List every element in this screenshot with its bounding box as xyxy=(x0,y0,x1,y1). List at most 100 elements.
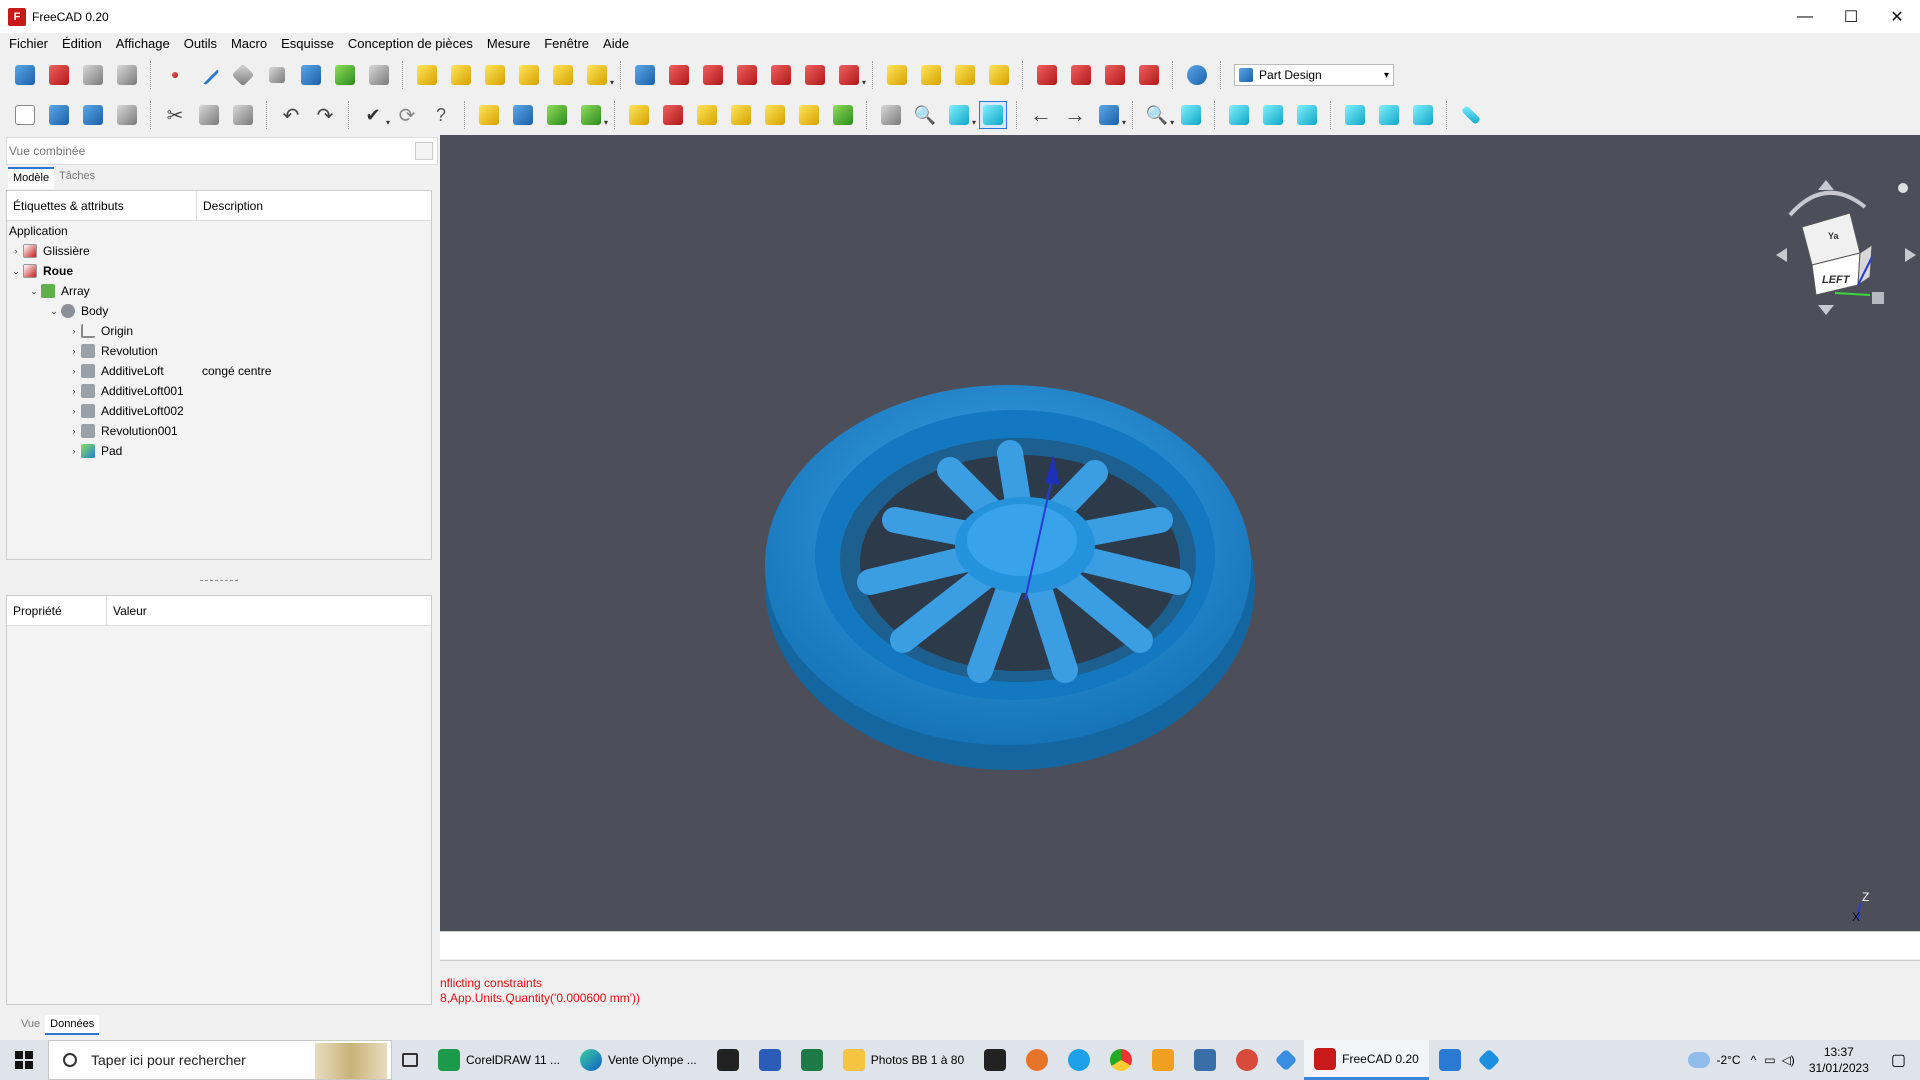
view-right-button[interactable] xyxy=(1293,101,1321,129)
zoom-button[interactable]: 🔍 xyxy=(1143,101,1171,129)
nav-arrow-right-icon[interactable] xyxy=(1905,248,1916,262)
column-description[interactable]: Description xyxy=(197,191,269,220)
task-view-button[interactable] xyxy=(392,1040,428,1080)
tree-row-additiveloft001[interactable]: › AdditiveLoft001 xyxy=(7,381,431,401)
collapse-arrow-icon[interactable]: ⌄ xyxy=(27,286,41,297)
taskbar-photos-folder[interactable]: Photos BB 1 à 80 xyxy=(833,1040,974,1080)
groove-button[interactable] xyxy=(699,61,727,89)
menu-aide[interactable]: Aide xyxy=(596,33,636,54)
menu-affichage[interactable]: Affichage xyxy=(109,33,177,54)
macros-button[interactable] xyxy=(509,101,537,129)
nav-arrow-up-icon[interactable] xyxy=(1818,180,1834,190)
macro-execute-button[interactable] xyxy=(577,101,605,129)
notification-icon[interactable]: ▢ xyxy=(1891,1050,1906,1070)
cut-button[interactable]: ✂ xyxy=(161,101,189,129)
workbench-selector[interactable]: Part Design ▾ xyxy=(1234,64,1395,86)
expand-arrow-icon[interactable]: › xyxy=(67,446,81,456)
collapse-arrow-icon[interactable]: ⌄ xyxy=(47,306,61,317)
view-front-button[interactable] xyxy=(1225,101,1253,129)
revolution-button[interactable] xyxy=(447,61,475,89)
navigation-cube[interactable]: LEFT Ya xyxy=(1776,180,1916,315)
forward-button[interactable]: → xyxy=(1061,101,1089,129)
link-button[interactable] xyxy=(1095,101,1123,129)
subtractive-helix-button[interactable] xyxy=(801,61,829,89)
fit-selection-button[interactable]: 🔍 xyxy=(911,101,939,129)
menu-conception[interactable]: Conception de pièces xyxy=(341,33,480,54)
taskbar-chrome[interactable] xyxy=(1100,1040,1142,1080)
local-cs-button[interactable] xyxy=(263,61,291,89)
print-button[interactable] xyxy=(113,101,141,129)
create-body-button[interactable] xyxy=(11,61,39,89)
taskbar-skype[interactable] xyxy=(1058,1040,1100,1080)
additive-pipe-button[interactable] xyxy=(515,61,543,89)
expand-arrow-icon[interactable]: › xyxy=(67,326,81,336)
tree-row-body[interactable]: ⌄ Body xyxy=(7,301,431,321)
menu-esquisse[interactable]: Esquisse xyxy=(274,33,341,54)
whats-this-button[interactable]: ? xyxy=(427,101,455,129)
additive-loft-button[interactable] xyxy=(481,61,509,89)
view-top-button[interactable] xyxy=(1259,101,1287,129)
boolean-button[interactable] xyxy=(1183,61,1211,89)
multi-transform-button[interactable] xyxy=(985,61,1013,89)
import-button[interactable] xyxy=(79,61,107,89)
expand-arrow-icon[interactable]: › xyxy=(67,426,81,436)
column-property[interactable]: Propriété xyxy=(7,596,107,625)
new-button[interactable] xyxy=(11,101,39,129)
menu-mesure[interactable]: Mesure xyxy=(480,33,537,54)
chamfer-button[interactable] xyxy=(1067,61,1095,89)
additive-primitive-button[interactable] xyxy=(583,61,611,89)
clone-button[interactable] xyxy=(113,61,141,89)
taskbar-edge[interactable]: Vente Olympe ... xyxy=(570,1040,707,1080)
dropdown-arrow-icon[interactable]: ▾ xyxy=(1170,118,1174,127)
shape-binder-button[interactable] xyxy=(297,61,325,89)
taskbar-7zip[interactable] xyxy=(707,1040,749,1080)
polar-pattern-button[interactable] xyxy=(951,61,979,89)
menu-macro[interactable]: Macro xyxy=(224,33,274,54)
taskbar-app-orange[interactable] xyxy=(1016,1040,1058,1080)
tab-view[interactable]: Vue xyxy=(16,1015,45,1035)
nav-arrow-left-icon[interactable] xyxy=(1776,248,1787,262)
tab-tasks[interactable]: Tâches xyxy=(54,167,100,189)
reorient-sketch-button[interactable] xyxy=(727,101,755,129)
tree-row-roue[interactable]: ⌄ Roue xyxy=(7,261,431,281)
maximize-button[interactable]: ☐ xyxy=(1828,0,1874,33)
hole-button[interactable] xyxy=(665,61,693,89)
expand-arrow-icon[interactable]: › xyxy=(67,386,81,396)
validate-sketch-button[interactable] xyxy=(761,101,789,129)
chevron-up-icon[interactable]: ^ xyxy=(1751,1053,1757,1067)
menu-fichier[interactable]: Fichier xyxy=(2,33,55,54)
paste-button[interactable] xyxy=(229,101,257,129)
tab-data[interactable]: Données xyxy=(45,1015,100,1035)
temperature[interactable]: -2°C xyxy=(1716,1053,1740,1067)
datum-line-button[interactable] xyxy=(195,61,223,89)
measure-button[interactable] xyxy=(1457,101,1485,129)
expand-arrow-icon[interactable]: › xyxy=(9,246,23,256)
taskbar-app-monitor[interactable] xyxy=(1429,1040,1471,1080)
merge-sketch-button[interactable] xyxy=(795,101,823,129)
python-console-bar[interactable] xyxy=(440,931,1920,959)
clock[interactable]: 13:37 31/01/2023 xyxy=(1809,1044,1869,1076)
cube-view-menu-icon[interactable] xyxy=(1872,292,1884,304)
menu-edition[interactable]: Édition xyxy=(55,33,109,54)
menu-fenetre[interactable]: Fenêtre xyxy=(537,33,596,54)
tree-row-array[interactable]: ⌄ Array xyxy=(7,281,431,301)
edit-sketch-button[interactable] xyxy=(659,101,687,129)
pocket-button[interactable] xyxy=(631,61,659,89)
taskbar-coreldraw[interactable]: CorelDRAW 11 ... xyxy=(428,1040,570,1080)
dropdown-arrow-icon[interactable]: ▾ xyxy=(972,118,976,127)
dropdown-arrow-icon[interactable]: ▾ xyxy=(610,78,614,87)
float-panel-button[interactable] xyxy=(415,142,433,160)
redo-button[interactable]: ↷ xyxy=(311,101,339,129)
fillet-button[interactable] xyxy=(1033,61,1061,89)
view-left-button[interactable] xyxy=(1409,101,1437,129)
view-isometric-button[interactable] xyxy=(1177,101,1205,129)
dropdown-arrow-icon[interactable]: ▾ xyxy=(386,118,390,127)
clone-body-button[interactable] xyxy=(365,61,393,89)
network-icon[interactable]: ▭ xyxy=(1764,1053,1775,1067)
view-bottom-button[interactable] xyxy=(1375,101,1403,129)
taskbar-app-k[interactable] xyxy=(974,1040,1016,1080)
expand-arrow-icon[interactable]: › xyxy=(67,366,81,376)
menu-outils[interactable]: Outils xyxy=(177,33,224,54)
start-button[interactable] xyxy=(0,1040,48,1080)
save-button[interactable] xyxy=(79,101,107,129)
